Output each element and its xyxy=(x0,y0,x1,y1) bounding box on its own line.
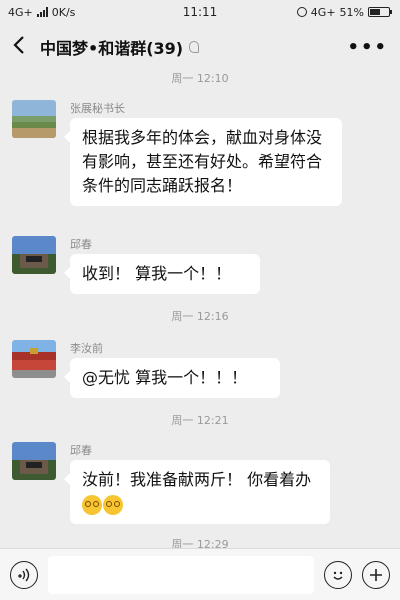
dizzy-face-emoji-icon xyxy=(82,494,102,515)
ear-icon xyxy=(189,41,200,53)
timestamp: 周一 12:10 xyxy=(171,72,229,85)
chat-title: 中国梦•和谐群(39) xyxy=(40,39,184,58)
message: 张展秘书长 根据我多年的体会，献血对身体没有影响，甚至还有好处。希望符合条件的同… xyxy=(12,100,388,230)
network-type-right: 4G+ xyxy=(310,5,336,19)
status-right: 4G+ 51% xyxy=(296,5,392,19)
dizzy-face-emoji-icon xyxy=(103,494,123,515)
more-icon[interactable]: ••• xyxy=(347,37,388,58)
chat-header: 中国梦•和谐群(39) ••• xyxy=(0,24,400,70)
message: 邱春 收到！ 算我一个！！ xyxy=(12,236,388,296)
alarm-icon xyxy=(296,7,307,17)
sender-name: 邱春 xyxy=(70,238,92,251)
network-type-left: 4G+ xyxy=(8,5,33,19)
message-bubble[interactable]: 收到！ 算我一个！！ xyxy=(64,254,260,294)
timestamp: 周一 12:16 xyxy=(171,310,229,323)
timestamp: 周一 12:29 xyxy=(171,538,229,548)
emoji-icon[interactable] xyxy=(324,560,352,589)
avatar[interactable] xyxy=(12,340,56,378)
battery-icon xyxy=(368,7,392,17)
signal-icon xyxy=(36,7,48,17)
network-speed: 0K/s xyxy=(51,5,76,19)
timestamp: 周一 12:21 xyxy=(171,414,229,427)
message-input[interactable] xyxy=(48,555,314,594)
message-bubble[interactable]: @无忧 算我一个！！！ xyxy=(64,358,280,398)
message-bubble[interactable]: 根据我多年的体会，献血对身体没有影响，甚至还有好处。希望符合条件的同志踊跃报名！ xyxy=(64,118,342,206)
avatar[interactable] xyxy=(12,236,56,274)
status-left: 4G+ 0K/s xyxy=(8,6,75,19)
status-bar: 4G+ 0K/s 11:11 4G+ 51% xyxy=(0,0,400,24)
sender-name: 张展秘书长 xyxy=(70,102,125,115)
chat-area[interactable]: 周一 12:10 张展秘书长 根据我多年的体会，献血对身体没有影响，甚至还有好处… xyxy=(0,70,400,548)
input-bar xyxy=(0,548,400,600)
message-text: 汝前！我准备献两斤！ 你看着办 xyxy=(82,470,312,489)
plus-icon[interactable] xyxy=(362,560,390,589)
message: 邱春 汝前！我准备献两斤！ 你看着办 xyxy=(12,442,388,532)
avatar[interactable] xyxy=(12,100,56,138)
battery-percent: 51% xyxy=(339,5,364,19)
chevron-left-icon[interactable] xyxy=(12,35,40,60)
chat-title-wrap: 中国梦•和谐群(39) xyxy=(40,35,347,59)
message: 李汝前 @无忧 算我一个！！！ xyxy=(12,340,388,400)
sender-name: 李汝前 xyxy=(70,342,103,355)
message-bubble[interactable]: 汝前！我准备献两斤！ 你看着办 xyxy=(64,460,330,524)
voice-icon[interactable] xyxy=(10,560,38,589)
avatar[interactable] xyxy=(12,442,56,480)
sender-name: 邱春 xyxy=(70,444,92,457)
